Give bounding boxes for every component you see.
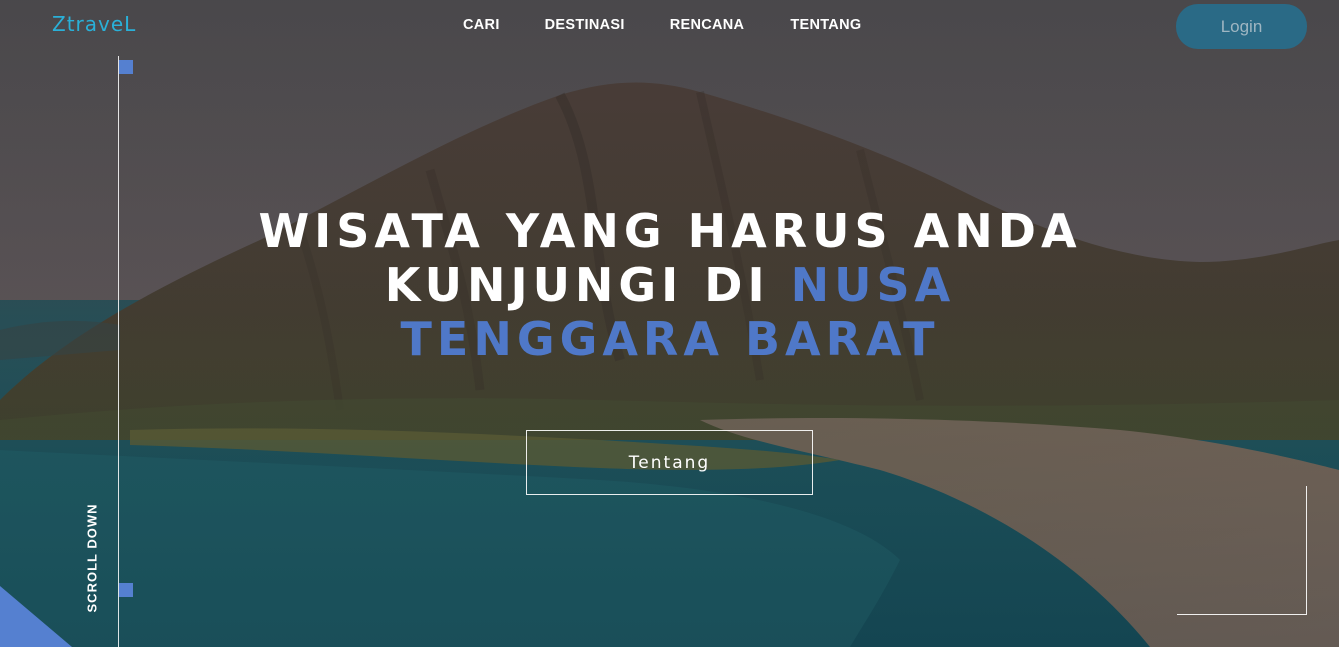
brand-logo[interactable]: ZtraveL [52,12,136,36]
hero-title-highlight-ntb: TENGGARA BARAT [400,312,940,366]
hero-title: WISATA YANG HARUS ANDA KUNJUNGI DI NUSA … [170,204,1170,366]
nav-item-cari[interactable]: CARI [463,17,500,33]
scroll-down-link[interactable]: SCROLL DOWN [85,504,100,613]
hero-title-line2: KUNJUNGI DI [384,258,791,312]
tentang-button[interactable]: Tentang [526,430,813,495]
nav-item-rencana[interactable]: RENCANA [670,17,745,33]
rail-marker-top [119,60,133,74]
main-nav: CARI DESTINASI RENCANA TENTANG [463,17,861,33]
hero-title-line1: WISATA YANG HARUS ANDA [258,204,1082,258]
nav-item-destinasi[interactable]: DESTINASI [545,17,625,33]
login-button[interactable]: Login [1176,4,1307,49]
rail-marker-bottom [119,583,133,597]
left-rail-line [118,56,119,647]
corner-triangle-decoration [0,586,72,647]
nav-item-tentang[interactable]: TENTANG [790,17,861,33]
corner-bracket-decoration [1177,486,1307,615]
hero-title-highlight-nusa: NUSA [790,258,956,312]
